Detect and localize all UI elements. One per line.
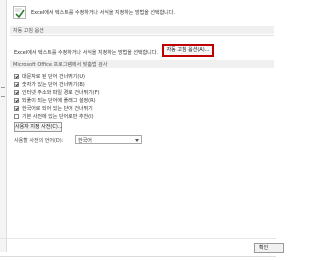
checkbox-label: 대문자로 된 단어 건너뛰기(U) [22,74,85,80]
checkbox-label: 되풀이 되는 단어에 플래그 설정(R) [22,98,96,104]
checkbox[interactable] [14,114,19,119]
checkbox[interactable] [14,90,19,95]
dictionary-language-label: 사용할 사전의 언어(D): [14,138,64,144]
checkbox-label: 한국어로 되어 있는 단어 건너뛰기 [22,106,93,112]
ok-button[interactable]: 확인 [254,243,284,253]
autocorrect-section-title: 자동 고침 옵션 [13,28,44,34]
checkbox-label: 숫자가 있는 단어 건너뛰기(B) [22,82,85,88]
checkbox[interactable] [14,98,19,103]
checkbox[interactable] [14,74,19,79]
autocorrect-options-button[interactable]: 자동 고침 옵션(A)... [162,44,214,57]
intro-text: Excel에서 텍스트를 수정하거나 서식을 지정하는 방법을 선택합니다. [31,10,175,16]
dictionary-language-select[interactable]: 한국어 [75,135,142,144]
checkbox[interactable] [14,106,19,111]
checkbox-label: 인터넷 주소와 파일 경로 건너뛰기(F) [22,90,100,96]
dictionary-language-value: 한국어 [78,138,92,144]
section-divider [10,35,274,36]
spelling-check-icon [13,6,26,19]
office-spelling-section-header: Microsoft Office 프로그램에서 맞춤법 검사 [10,60,274,68]
nav-item-marker[interactable] [1,87,5,88]
window-bottom-border [0,256,276,257]
checkbox-label: 기본 사전에 있는 단어로만 추천(I) [22,114,94,120]
office-spelling-section-title: Microsoft Office 프로그램에서 맞춤법 검사 [13,62,108,68]
custom-dictionaries-button[interactable]: 사용자 지정 사전(C)... [14,122,63,132]
autocorrect-section-header: 자동 고침 옵션 [10,26,274,34]
left-nav-strip [0,0,7,252]
nav-item-marker[interactable] [1,96,5,97]
footer-divider [0,238,276,239]
chevron-down-icon [135,139,139,142]
autocorrect-description: Excel에서 텍스트를 수정하거나 서식을 지정하는 방법을 선택합니다. [14,50,158,56]
checkbox[interactable] [14,82,19,87]
